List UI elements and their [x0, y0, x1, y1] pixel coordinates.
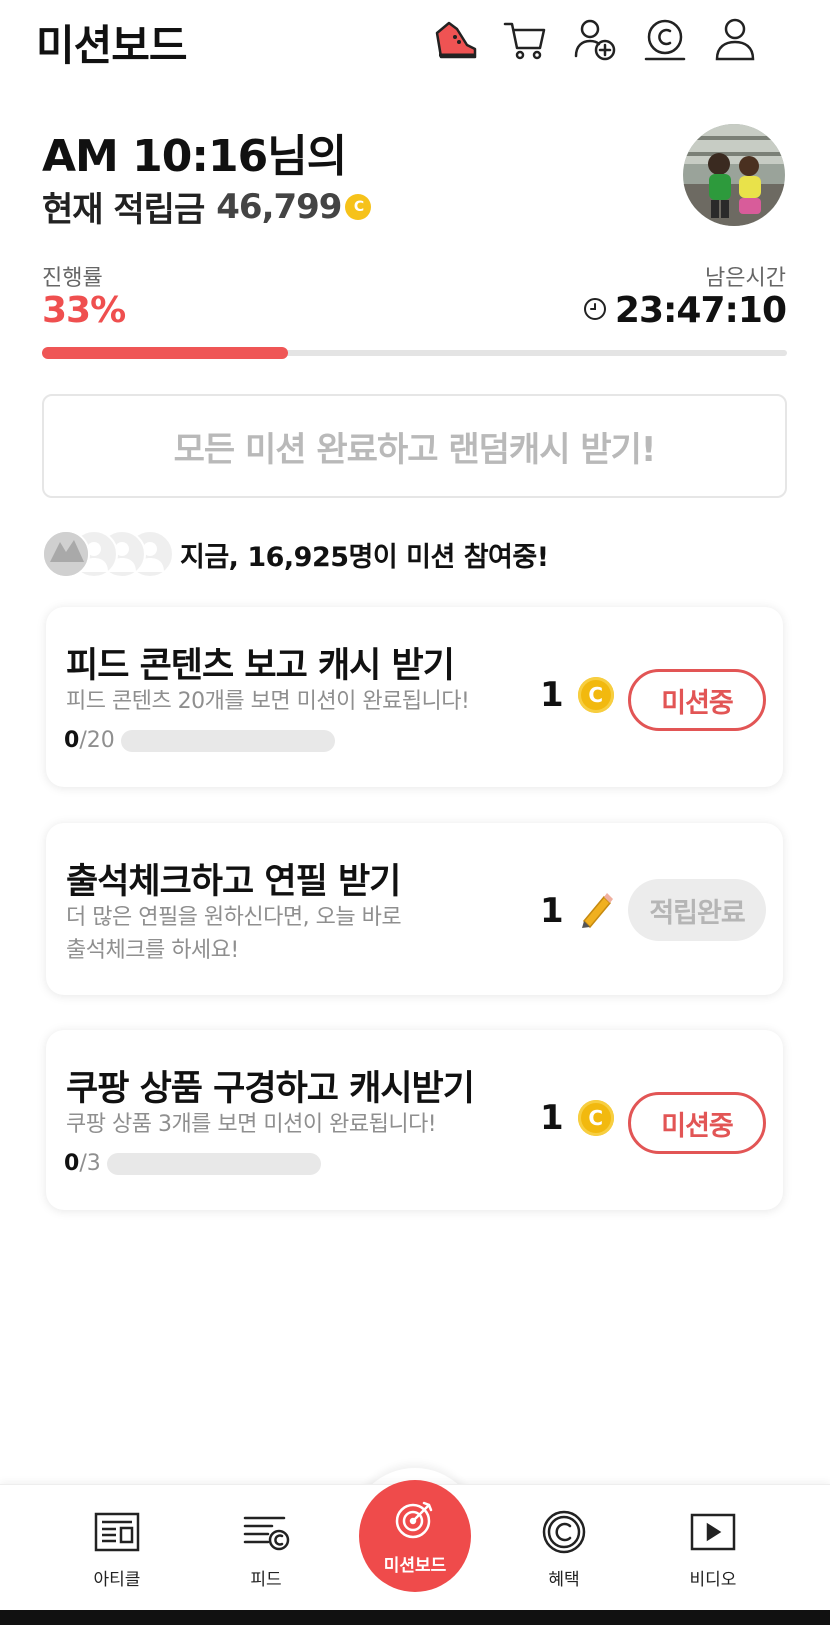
nav-item-benefit[interactable]: 혜택 [504, 1507, 624, 1590]
reward-amount: 1 [540, 675, 564, 715]
progress-label: 진행률 [42, 266, 103, 291]
clock-icon [583, 297, 607, 325]
mission-title: 출석체크하고 연필 받기 [66, 862, 401, 902]
mission-description: 더 많은 연필을 원하신다면, 오늘 바로 출석체크를 하세요! [66, 901, 402, 967]
mission-reward: 1 C [540, 675, 614, 715]
cash-coin-icon: C [345, 193, 372, 220]
nav-item-article[interactable]: 아티클 [57, 1507, 177, 1590]
nav-item-video[interactable]: 비디오 [653, 1507, 773, 1590]
cart-icon[interactable] [500, 14, 550, 64]
nav-label: 피드 [250, 1570, 282, 1590]
mission-card[interactable]: 출석체크하고 연필 받기 더 많은 연필을 원하신다면, 오늘 바로 출석체크를… [46, 823, 783, 995]
nav-item-mission-board[interactable]: 미션보드 [359, 1480, 471, 1592]
mission-description-line: 출석체크를 하세요! [66, 938, 239, 963]
mission-title: 피드 콘텐츠 보고 캐시 받기 [66, 646, 455, 686]
target-icon [393, 1497, 437, 1545]
nav-label: 혜택 [548, 1570, 580, 1590]
nav-label: 아티클 [93, 1570, 141, 1590]
remaining-time-label: 남은시간 [705, 266, 786, 291]
mission-reward: 1 [540, 889, 616, 933]
participant-avatar [42, 530, 90, 578]
pencil-icon [576, 889, 616, 933]
participants-suffix: 이 미션 참여중! [372, 541, 549, 573]
mission-progress: 0 /3 [64, 1151, 321, 1176]
reward-amount: 1 [540, 891, 564, 931]
greeting-text: AM 10:16님의 [42, 131, 347, 182]
participants-count: 16,925명 [247, 541, 373, 573]
benefit-icon [539, 1507, 589, 1557]
mission-status-button[interactable]: 미션중 [628, 1092, 766, 1154]
cash-coin-icon[interactable] [640, 14, 690, 64]
mission-progress-bar [120, 729, 335, 752]
nav-item-feed[interactable]: 피드 [206, 1507, 326, 1590]
balance-row: 현재 적립금 46,799 C [42, 182, 372, 231]
system-bar [0, 1610, 830, 1625]
mission-progress-total: /3 [79, 1151, 101, 1176]
article-icon [92, 1507, 142, 1557]
balance-value: 46,799 [216, 186, 342, 227]
all-missions-banner[interactable]: 모든 미션 완료하고 랜덤캐시 받기! [42, 394, 787, 498]
progress-bar [42, 347, 787, 359]
participants-row: 지금, 16,925명이 미션 참여중! [42, 528, 549, 580]
mission-card[interactable]: 피드 콘텐츠 보고 캐시 받기 피드 콘텐츠 20개를 보면 미션이 완료됩니다… [46, 607, 783, 787]
coin-icon: C [577, 1100, 614, 1136]
profile-icon[interactable] [710, 14, 760, 64]
feed-icon [241, 1507, 291, 1557]
mission-progress-bar [106, 1152, 321, 1175]
sneaker-icon[interactable] [430, 14, 480, 64]
balance-label: 현재 적립금 [42, 190, 205, 230]
participants-prefix: 지금, [180, 541, 239, 573]
mission-description: 피드 콘텐츠 20개를 보면 미션이 완료됩니다! [66, 689, 470, 714]
page-title: 미션보드 [36, 21, 188, 70]
nav-label: 비디오 [689, 1570, 737, 1590]
mission-reward: 1 C [540, 1098, 614, 1138]
add-friend-icon[interactable] [570, 14, 620, 64]
remaining-time-row: 23:47:10 [583, 290, 787, 331]
coin-icon: C [577, 677, 614, 713]
mission-progress-total: /20 [79, 728, 115, 753]
mission-status-button[interactable]: 미션중 [628, 669, 766, 731]
mission-card[interactable]: 쿠팡 상품 구경하고 캐시받기 쿠팡 상품 3개를 보면 미션이 완료됩니다! … [46, 1030, 783, 1210]
nav-label: 미션보드 [383, 1555, 447, 1576]
reward-amount: 1 [540, 1098, 564, 1138]
mission-title: 쿠팡 상품 구경하고 캐시받기 [66, 1069, 475, 1109]
mission-progress-done: 0 [64, 1151, 80, 1176]
remaining-time-value: 23:47:10 [614, 290, 787, 331]
progress-bar-fill [42, 347, 288, 359]
mission-description: 쿠팡 상품 3개를 보면 미션이 완료됩니다! [66, 1112, 437, 1137]
mission-description-line: 더 많은 연필을 원하신다면, 오늘 바로 [66, 905, 402, 930]
mission-progress: 0 /20 [64, 728, 335, 753]
video-icon [688, 1507, 738, 1557]
top-bar: 미션보드 [0, 0, 830, 80]
mission-status-button[interactable]: 적립완료 [628, 879, 766, 941]
progress-value: 33% [42, 290, 126, 331]
participants-text: 지금, 16,925명이 미션 참여중! [180, 535, 549, 574]
participant-avatars [42, 528, 174, 580]
avatar[interactable] [683, 124, 785, 226]
mission-progress-done: 0 [64, 728, 80, 753]
